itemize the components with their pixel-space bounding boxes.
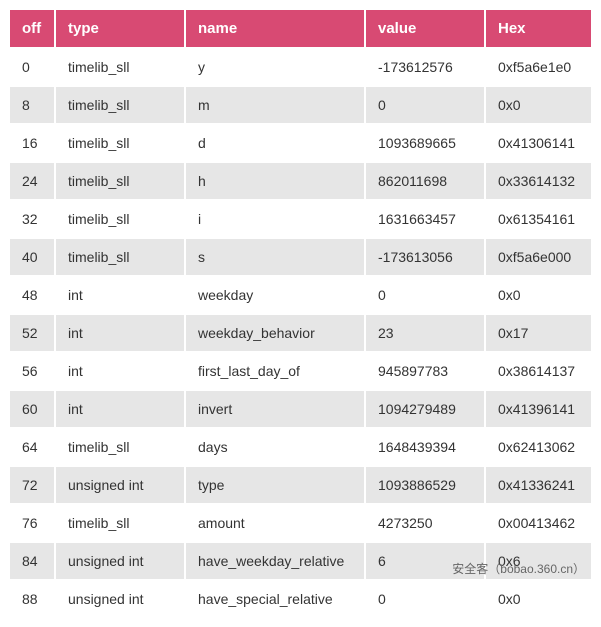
cell-off: 0 [9, 48, 55, 86]
cell-off: 40 [9, 238, 55, 276]
cell-off: 56 [9, 352, 55, 390]
cell-hex: 0x17 [485, 314, 592, 352]
table-row: 72unsigned inttype10938865290x41336241 [9, 466, 592, 504]
header-row: off type name value Hex [9, 9, 592, 48]
table-row: 48intweekday00x0 [9, 276, 592, 314]
cell-value: 1631663457 [365, 200, 485, 238]
cell-off: 64 [9, 428, 55, 466]
cell-type: unsigned int [55, 580, 185, 618]
cell-hex: 0x0 [485, 580, 592, 618]
cell-value: -173613056 [365, 238, 485, 276]
cell-value: 0 [365, 580, 485, 618]
cell-type: timelib_sll [55, 162, 185, 200]
cell-type: timelib_sll [55, 238, 185, 276]
cell-value: 0 [365, 86, 485, 124]
cell-hex: 0xf5a6e1e0 [485, 48, 592, 86]
cell-type: timelib_sll [55, 428, 185, 466]
table-row: 32timelib_slli16316634570x61354161 [9, 200, 592, 238]
cell-hex: 0x0 [485, 86, 592, 124]
cell-off: 52 [9, 314, 55, 352]
cell-hex: 0x61354161 [485, 200, 592, 238]
cell-off: 84 [9, 542, 55, 580]
cell-value: 23 [365, 314, 485, 352]
cell-type: int [55, 352, 185, 390]
table-row: 52intweekday_behavior230x17 [9, 314, 592, 352]
table-row: 8timelib_sllm00x0 [9, 86, 592, 124]
cell-off: 32 [9, 200, 55, 238]
cell-name: m [185, 86, 365, 124]
cell-off: 48 [9, 276, 55, 314]
cell-value: 1648439394 [365, 428, 485, 466]
cell-off: 16 [9, 124, 55, 162]
cell-type: unsigned int [55, 466, 185, 504]
cell-name: days [185, 428, 365, 466]
struct-table: off type name value Hex 0timelib_slly-17… [8, 8, 593, 619]
table-row: 76timelib_sllamount42732500x00413462 [9, 504, 592, 542]
table-row: 60intinvert10942794890x41396141 [9, 390, 592, 428]
header-off: off [9, 9, 55, 48]
cell-value: 1094279489 [365, 390, 485, 428]
cell-hex: 0x00413462 [485, 504, 592, 542]
cell-name: weekday [185, 276, 365, 314]
header-type: type [55, 9, 185, 48]
cell-name: h [185, 162, 365, 200]
cell-off: 76 [9, 504, 55, 542]
cell-off: 60 [9, 390, 55, 428]
header-name: name [185, 9, 365, 48]
table-row: 56intfirst_last_day_of9458977830x3861413… [9, 352, 592, 390]
cell-name: have_special_relative [185, 580, 365, 618]
cell-name: type [185, 466, 365, 504]
cell-type: unsigned int [55, 542, 185, 580]
cell-type: int [55, 390, 185, 428]
cell-value: 1093886529 [365, 466, 485, 504]
cell-value: 1093689665 [365, 124, 485, 162]
cell-name: i [185, 200, 365, 238]
cell-hex: 0x38614137 [485, 352, 592, 390]
cell-name: weekday_behavior [185, 314, 365, 352]
cell-type: int [55, 314, 185, 352]
cell-hex: 0x41336241 [485, 466, 592, 504]
header-hex: Hex [485, 9, 592, 48]
cell-type: timelib_sll [55, 504, 185, 542]
cell-name: invert [185, 390, 365, 428]
cell-type: int [55, 276, 185, 314]
cell-value: 4273250 [365, 504, 485, 542]
table-row: 24timelib_sllh8620116980x33614132 [9, 162, 592, 200]
cell-name: first_last_day_of [185, 352, 365, 390]
cell-name: have_weekday_relative [185, 542, 365, 580]
header-value: value [365, 9, 485, 48]
cell-off: 24 [9, 162, 55, 200]
cell-name: amount [185, 504, 365, 542]
cell-type: timelib_sll [55, 200, 185, 238]
cell-hex: 0x0 [485, 276, 592, 314]
cell-type: timelib_sll [55, 86, 185, 124]
cell-hex: 0x33614132 [485, 162, 592, 200]
cell-name: d [185, 124, 365, 162]
cell-off: 88 [9, 580, 55, 618]
cell-hex: 0x62413062 [485, 428, 592, 466]
cell-value: 862011698 [365, 162, 485, 200]
watermark: 安全客（bobao.360.cn） [452, 560, 585, 577]
cell-hex: 0x41396141 [485, 390, 592, 428]
cell-type: timelib_sll [55, 48, 185, 86]
cell-value: 945897783 [365, 352, 485, 390]
table-row: 16timelib_slld10936896650x41306141 [9, 124, 592, 162]
cell-hex: 0xf5a6e000 [485, 238, 592, 276]
table-row: 40timelib_slls-1736130560xf5a6e000 [9, 238, 592, 276]
table-row: 0timelib_slly-1736125760xf5a6e1e0 [9, 48, 592, 86]
table-row: 64timelib_slldays16484393940x62413062 [9, 428, 592, 466]
cell-off: 8 [9, 86, 55, 124]
cell-type: timelib_sll [55, 124, 185, 162]
cell-off: 72 [9, 466, 55, 504]
cell-value: -173612576 [365, 48, 485, 86]
cell-value: 0 [365, 276, 485, 314]
cell-name: y [185, 48, 365, 86]
table-row: 88unsigned inthave_special_relative00x0 [9, 580, 592, 618]
cell-hex: 0x41306141 [485, 124, 592, 162]
cell-name: s [185, 238, 365, 276]
